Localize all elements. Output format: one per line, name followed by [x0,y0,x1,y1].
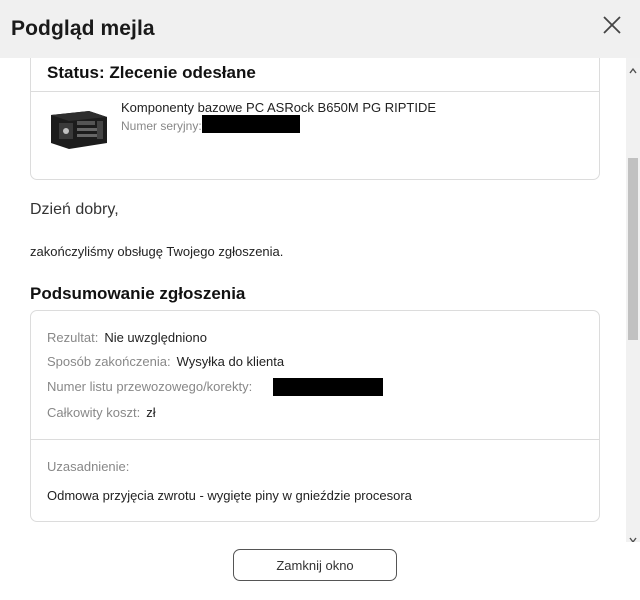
redacted-tracking-number [273,378,383,396]
dialog-footer: Zamknij okno [0,542,640,600]
greeting: Dzień dobry, [30,201,119,218]
product-name: Komponenty bazowe PC ASRock B650M PG RIP… [121,100,437,115]
serial-number-label: Numer seryjny: [121,119,202,133]
justification-label: Uzasadnienie: [47,459,130,474]
row-label: Całkowity koszt: [47,405,141,420]
card-divider [31,439,599,440]
justification-text: Odmowa przyjęcia zwrotu - wygięte piny w… [47,488,412,503]
row-value: zł [146,405,156,420]
row-label: Numer listu przewozowego/korekty: [47,379,253,394]
redacted-serial-number [202,115,300,133]
scroll-down-arrow-icon[interactable] [629,531,637,544]
close-window-button[interactable]: Zamknij okno [233,549,397,581]
card-divider [31,91,599,92]
scrollbar-thumb[interactable] [628,158,638,340]
scroll-up-arrow-icon[interactable] [629,62,637,74]
dialog-header: Podgląd mejla [0,0,640,58]
dialog-title: Podgląd mejla [11,17,155,40]
summary-title: Podsumowanie zgłoszenia [30,284,246,303]
vertical-scrollbar[interactable] [626,58,640,544]
row-label: Rezultat: [47,330,99,345]
summary-card: Rezultat: Nie uwzględniono Sposób zakończ… [30,310,600,522]
status-title: Status: Zlecenie odesłane [47,63,256,82]
close-icon[interactable] [600,13,624,37]
summary-row-completion-method: Sposób zakończenia: Wysyłka do klienta [47,354,284,369]
status-card: Status: Zlecenie odesłane Komponenty baz… [30,58,600,180]
summary-row-result: Rezultat: Nie uwzględniono [47,330,207,345]
summary-row-tracking-number: Numer listu przewozowego/korekty: [47,379,258,394]
email-content-area[interactable]: Status: Zlecenie odesłane Komponenty baz… [0,58,640,542]
product-image [49,107,109,151]
row-value: Wysyłka do klienta [176,354,285,369]
intro-text: zakończyliśmy obsługę Twojego zgłoszenia… [30,244,284,259]
row-label: Sposób zakończenia: [47,354,171,369]
summary-row-total-cost: Całkowity koszt: zł [47,405,156,420]
row-value: Nie uwzględniono [104,330,207,345]
